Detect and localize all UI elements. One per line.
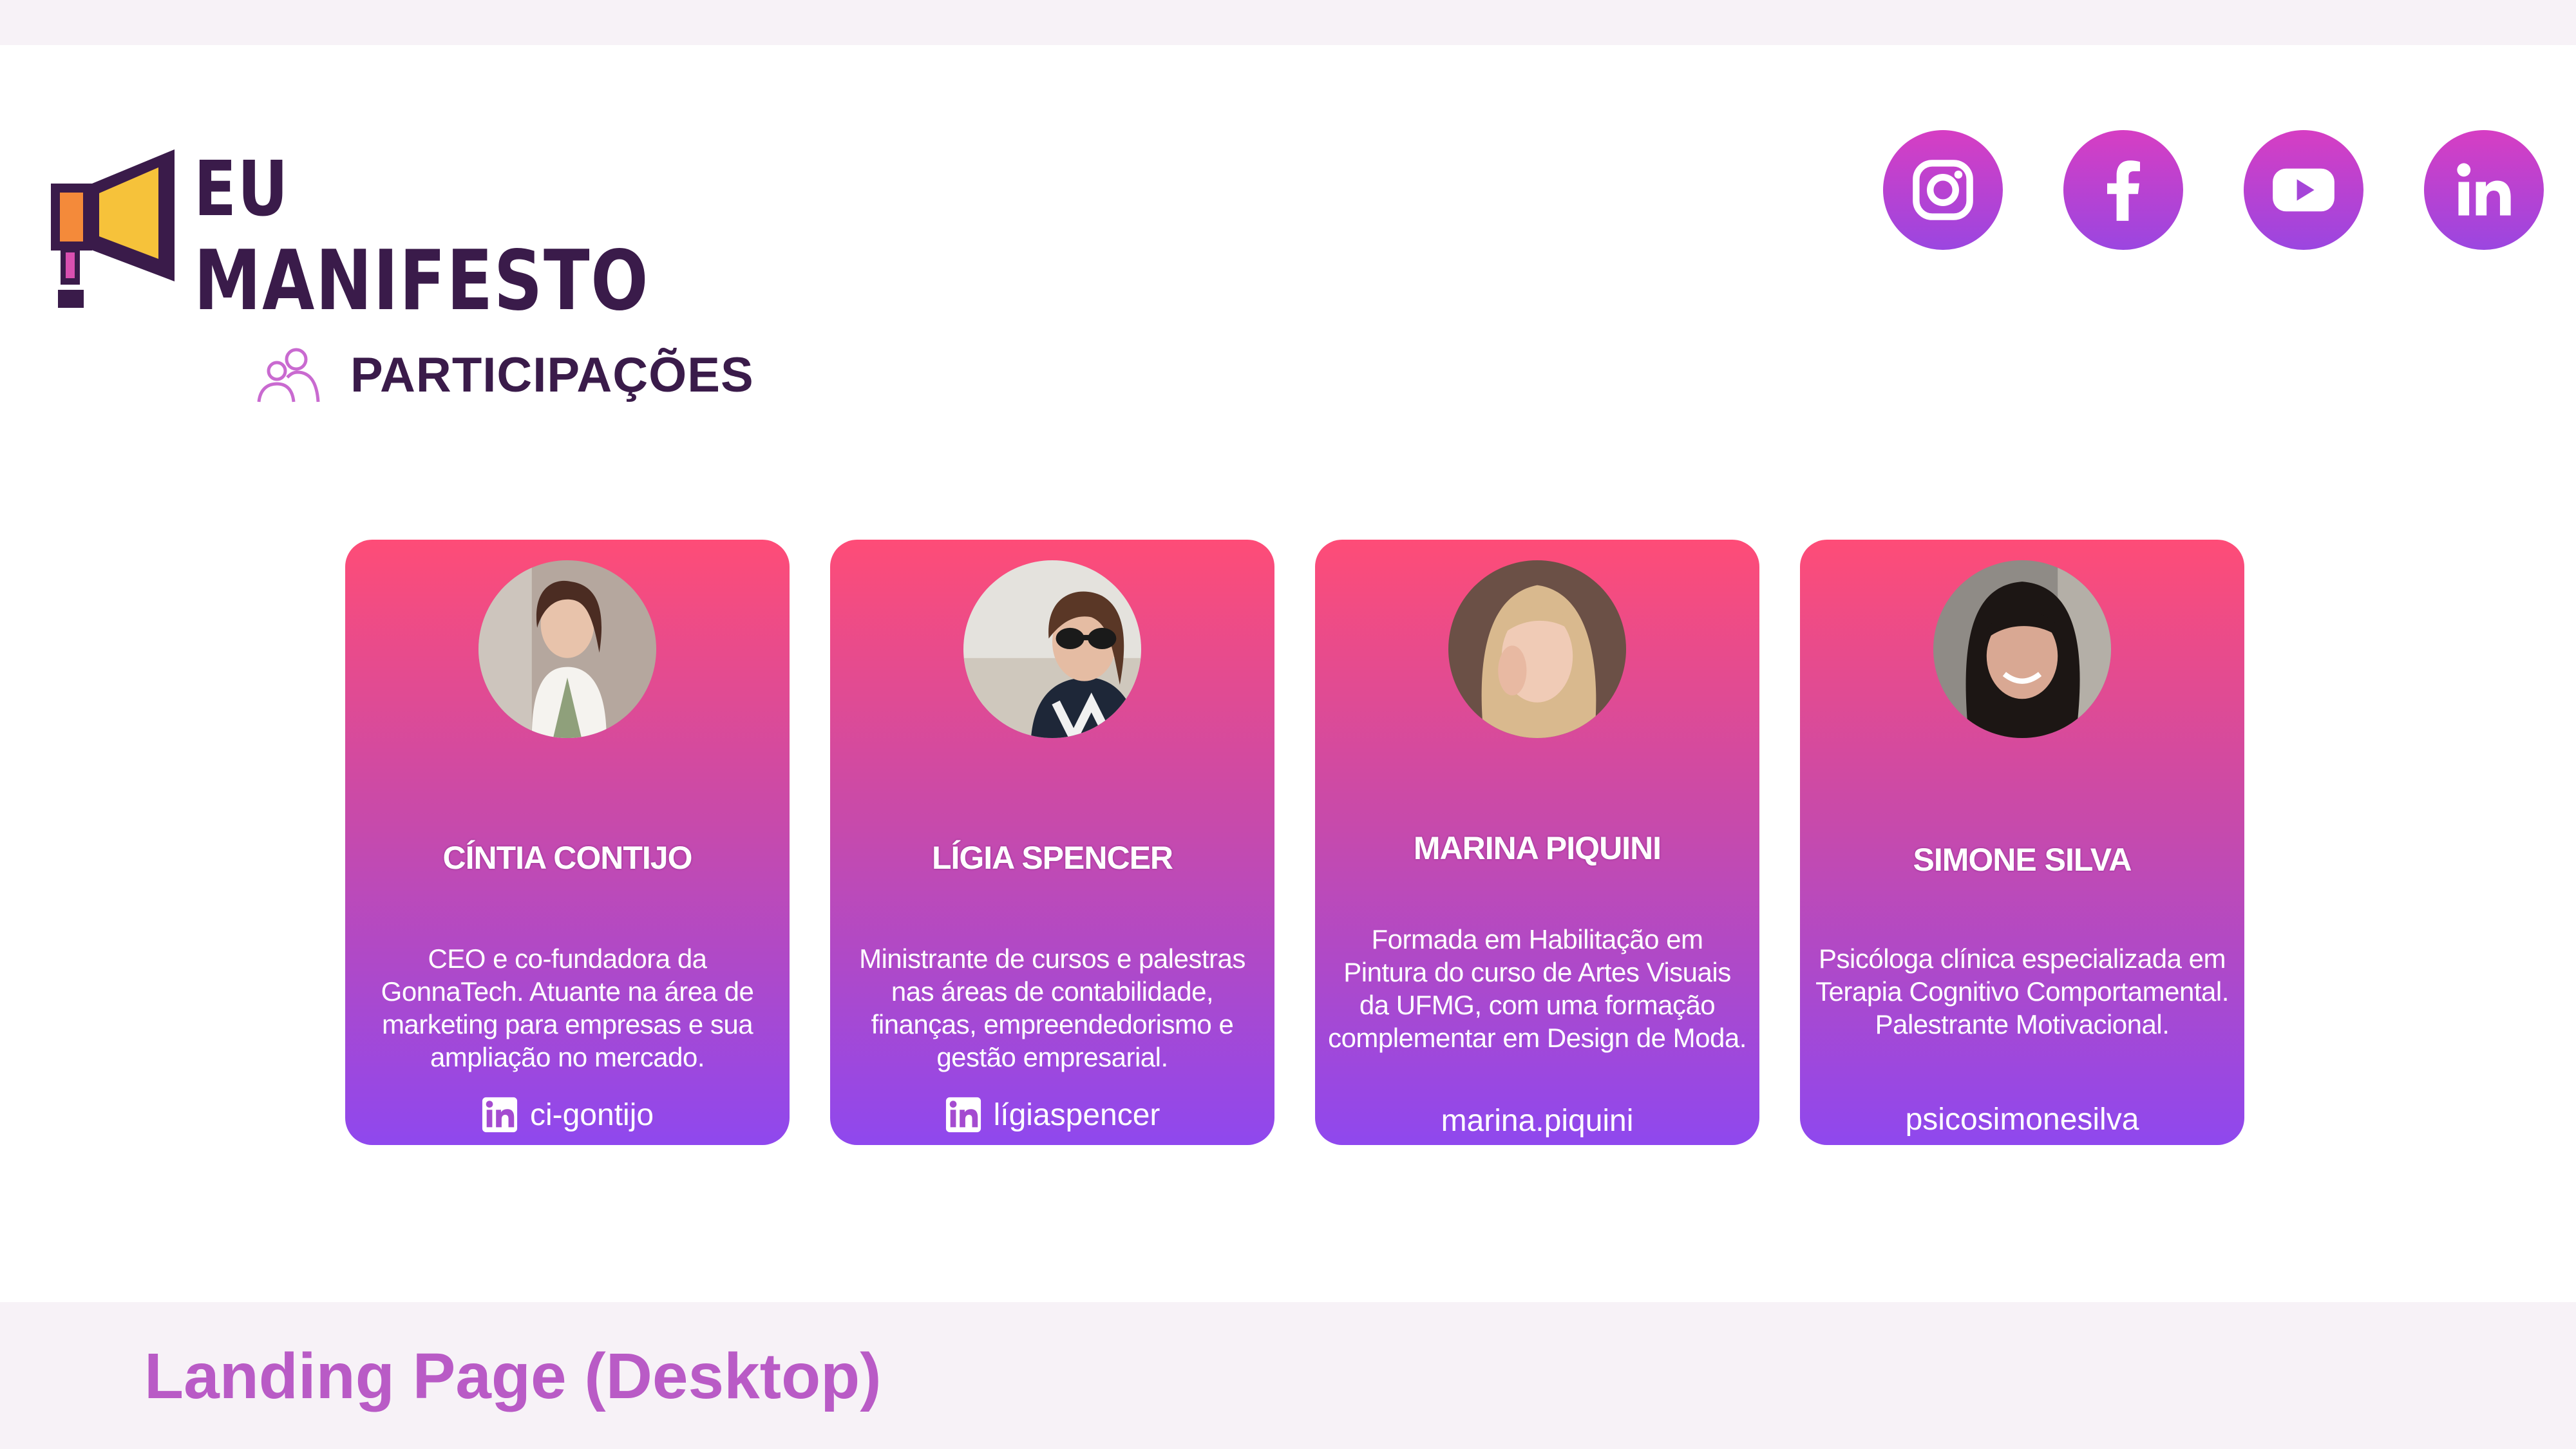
portrait-photo: [963, 560, 1141, 738]
participant-description: Formada em Habilitação em Pintura do cur…: [1328, 924, 1747, 1053]
frame-label: Landing Page (Desktop): [144, 1340, 882, 1412]
portrait-photo: [1933, 560, 2111, 738]
avatar: [1448, 560, 1626, 738]
participant-handle-link[interactable]: marina.piquini: [1315, 1103, 1759, 1139]
section-title: PARTICIPAÇÕES: [350, 347, 754, 402]
landing-page-frame: EU MANIFESTO PARTICIPAÇÕES CÍNTIA CONTIJ…: [0, 45, 2576, 1302]
participant-handle-link[interactable]: lígiaspencer: [830, 1096, 1274, 1133]
social-links: [1883, 130, 2546, 250]
portrait-photo: [478, 560, 656, 738]
participant-card: CÍNTIA CONTIJO CEO e co-fundadora da Gon…: [345, 540, 790, 1145]
linkedin-icon: [2457, 163, 2511, 216]
logo-text-eu: EU: [194, 144, 289, 233]
instagram-icon: [1913, 160, 1973, 220]
avatar: [963, 560, 1141, 738]
participant-name: LÍGIA SPENCER: [931, 840, 1173, 876]
logo-text-manifesto: MANIFESTO: [194, 233, 650, 329]
participant-description: Psicóloga clínica especializada em Terap…: [1815, 943, 2229, 1039]
facebook-button[interactable]: [2063, 130, 2183, 250]
youtube-icon: [2273, 168, 2334, 212]
participant-card: SIMONE SILVA Psicóloga clínica especiali…: [1800, 540, 2244, 1145]
facebook-icon: [2107, 160, 2140, 221]
linkedin-button[interactable]: [2424, 130, 2544, 250]
participant-description: CEO e co-fundadora da GonnaTech. Atuante…: [381, 943, 754, 1072]
youtube-button[interactable]: [2244, 130, 2363, 250]
participant-card: LÍGIA SPENCER Ministrante de cursos e pa…: [830, 540, 1274, 1145]
avatar: [1933, 560, 2111, 738]
participant-card: MARINA PIQUINI Formada em Habilitação em…: [1315, 540, 1759, 1145]
participant-handle-link[interactable]: psicosimonesilva: [1800, 1102, 2244, 1137]
participant-name: MARINA PIQUINI: [1413, 830, 1662, 866]
participant-description: Ministrante de cursos e palestras nas ár…: [859, 943, 1245, 1072]
linkedin-icon: [482, 1097, 518, 1133]
avatar: [478, 560, 656, 738]
brand-logo[interactable]: EU MANIFESTO: [43, 99, 649, 323]
participant-name: SIMONE SILVA: [1913, 842, 2132, 878]
participant-handle-link[interactable]: ci-gontijo: [345, 1096, 790, 1133]
participant-handle: ci-gontijo: [529, 1097, 654, 1132]
linkedin-icon: [945, 1097, 981, 1133]
participant-handle: psicosimonesilva: [1905, 1103, 2139, 1137]
participant-handle: lígiaspencer: [993, 1097, 1160, 1132]
participant-handle: marina.piquini: [1441, 1104, 1634, 1138]
instagram-button[interactable]: [1883, 130, 2003, 250]
people-icon: [257, 348, 320, 402]
megaphone-icon: [51, 149, 175, 308]
portrait-photo: [1448, 560, 1626, 738]
participant-name: CÍNTIA CONTIJO: [442, 840, 693, 876]
section-header: PARTICIPAÇÕES: [255, 343, 754, 407]
